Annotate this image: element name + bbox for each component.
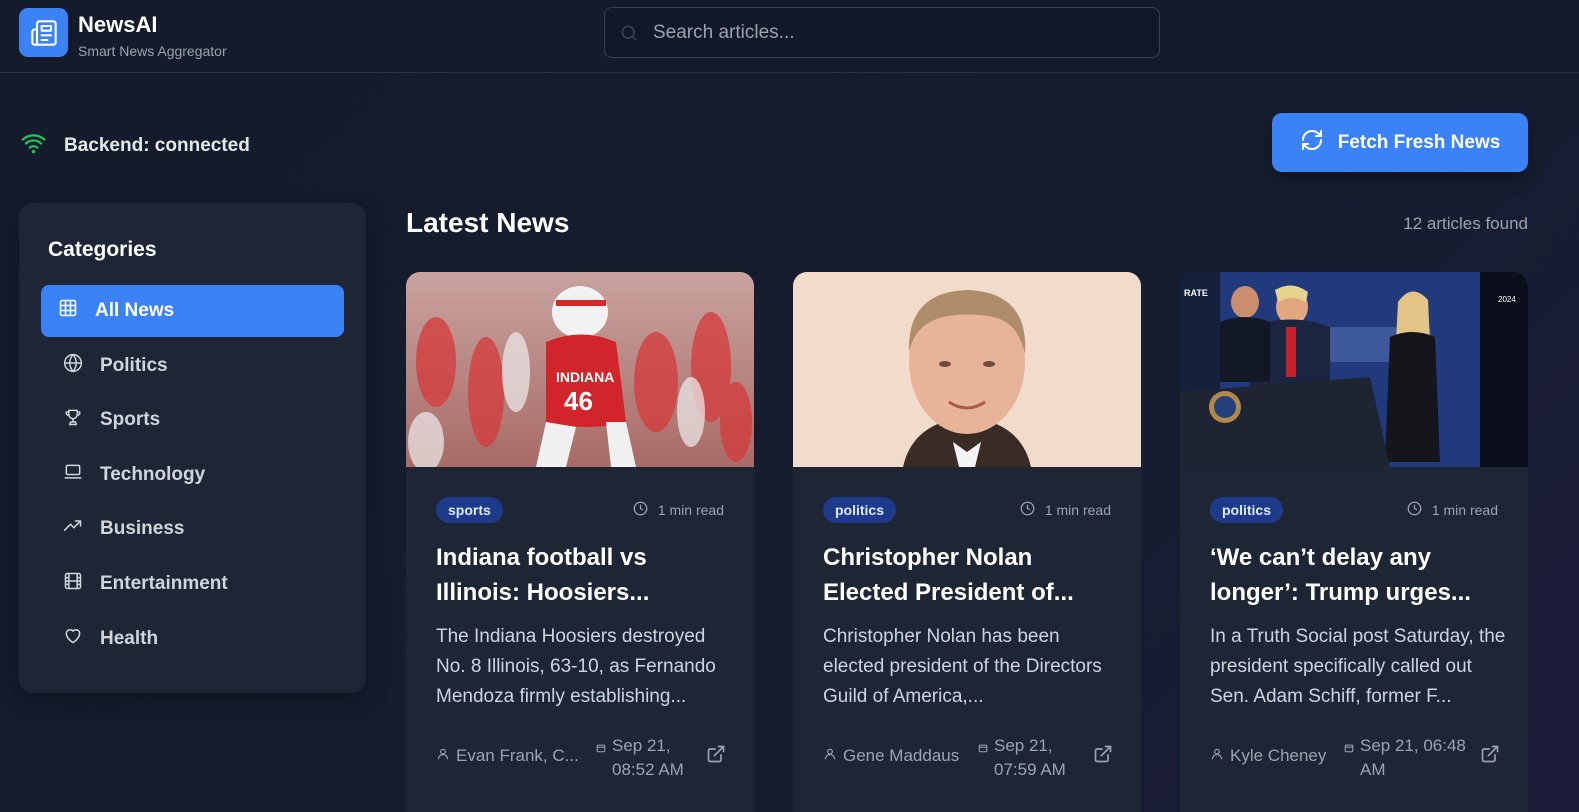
- sidebar-item-entertainment[interactable]: Entertainment: [41, 558, 344, 610]
- sidebar-item-business[interactable]: Business: [41, 503, 344, 555]
- article-title[interactable]: Indiana football vs Illinois: Hoosiers..…: [436, 540, 732, 610]
- sidebar-item-politics[interactable]: Politics: [41, 340, 344, 392]
- fetch-fresh-news-button[interactable]: Fetch Fresh News: [1272, 113, 1528, 172]
- article-description: Christopher Nolan has been elected presi…: [823, 626, 1102, 707]
- search-bar: [604, 7, 1160, 58]
- sidebar-item-sports[interactable]: Sports: [41, 394, 344, 446]
- sidebar-item-label: Health: [100, 627, 159, 649]
- category-badge[interactable]: sports: [436, 497, 503, 523]
- clock-icon: [1020, 501, 1045, 519]
- svg-text:INDIANA: INDIANA: [556, 369, 614, 385]
- article-card[interactable]: INDIANA 46 sports 1 min read Indiana foo…: [406, 272, 754, 812]
- sidebar-item-technology[interactable]: Technology: [41, 449, 344, 501]
- date-line-1: Sep 21,: [994, 736, 1053, 755]
- article-author: Kyle Cheney: [1210, 746, 1326, 766]
- read-time: 1 min read: [1407, 501, 1498, 519]
- newspaper-icon[interactable]: [19, 8, 68, 57]
- sidebar-item-label: Technology: [100, 463, 206, 485]
- article-card[interactable]: RATE 2024 politics 1 min read ‘We can’t …: [1180, 272, 1528, 812]
- article-image-portrait: [793, 272, 1141, 467]
- clock-icon: [633, 501, 658, 519]
- article-description: The Indiana Hoosiers destroyed No. 8 Ill…: [436, 626, 716, 707]
- user-icon: [436, 746, 456, 766]
- category-list: All News Politics Sports Technology Busi…: [41, 285, 344, 667]
- category-badge[interactable]: politics: [823, 497, 897, 523]
- article-image-press-briefing: RATE 2024: [1180, 272, 1528, 467]
- article-date: Sep 21, 07:59 AM: [978, 734, 1066, 782]
- article-date: Sep 21, 06:48 AM: [1344, 734, 1466, 782]
- sidebar-item-label: Business: [100, 518, 185, 540]
- read-time-label: 1 min read: [1044, 502, 1111, 518]
- sidebar-item-all-news[interactable]: All News: [41, 285, 344, 337]
- search-input[interactable]: [653, 8, 1143, 57]
- svg-text:2024: 2024: [1498, 295, 1516, 304]
- article-title[interactable]: ‘We can’t delay any longer’: Trump urges…: [1210, 540, 1506, 610]
- article-date: Sep 21, 08:52 AM: [596, 734, 684, 782]
- date-line-1: Sep 21,: [612, 736, 671, 755]
- brand-subtitle: Smart News Aggregator: [78, 43, 227, 59]
- article-author: Evan Frank, C...: [436, 746, 579, 766]
- top-header: NewsAI Smart News Aggregator: [0, 0, 1579, 73]
- article-description: In a Truth Social post Saturday, the pre…: [1210, 626, 1506, 707]
- external-link-icon[interactable]: [1093, 744, 1113, 769]
- backend-status: Backend: connected: [19, 130, 250, 161]
- fetch-button-label: Fetch Fresh News: [1337, 131, 1501, 153]
- article-image-football: INDIANA 46: [406, 272, 754, 467]
- date-line-1: Sep 21, 06:48: [1360, 736, 1466, 755]
- external-link-icon[interactable]: [706, 744, 726, 769]
- film-icon: [63, 571, 100, 597]
- category-badge[interactable]: politics: [1210, 497, 1284, 523]
- sidebar-item-health[interactable]: Health: [41, 613, 344, 665]
- search-icon: [619, 23, 639, 48]
- svg-text:RATE: RATE: [1184, 288, 1208, 298]
- article-meta: Kyle Cheney Sep 21, 06:48 AM: [1210, 732, 1500, 782]
- author-name: Evan Frank, C...: [456, 746, 579, 765]
- read-time: 1 min read: [1020, 501, 1111, 519]
- date-line-2: AM: [1360, 760, 1386, 779]
- refresh-icon: [1300, 128, 1338, 158]
- page-title: Latest News: [406, 207, 570, 238]
- brand-name: NewsAI: [78, 12, 158, 37]
- read-time: 1 min read: [633, 501, 724, 519]
- wifi-icon: [19, 130, 48, 161]
- calendar-icon: [596, 734, 612, 760]
- article-meta: Gene Maddaus Sep 21, 07:59 AM: [823, 732, 1113, 782]
- svg-text:46: 46: [564, 386, 593, 416]
- date-line-2: 08:52 AM: [612, 760, 684, 779]
- read-time-label: 1 min read: [1431, 502, 1498, 518]
- sidebar-title: Categories: [48, 238, 157, 261]
- globe-icon: [63, 353, 100, 379]
- categories-sidebar: Categories All News Politics Sports Tech…: [19, 203, 366, 693]
- sidebar-item-label: Politics: [100, 354, 168, 376]
- sidebar-item-label: Entertainment: [100, 572, 228, 594]
- laptop-icon: [63, 462, 100, 488]
- author-name: Gene Maddaus: [843, 746, 960, 765]
- article-title[interactable]: Christopher Nolan Elected President of..…: [823, 540, 1119, 610]
- article-meta: Evan Frank, C... Sep 21, 08:52 AM: [436, 732, 726, 782]
- sidebar-item-label: All News: [95, 300, 175, 321]
- clock-icon: [1407, 501, 1432, 519]
- user-icon: [823, 746, 843, 766]
- heart-icon: [63, 626, 100, 652]
- date-line-2: 07:59 AM: [994, 760, 1066, 779]
- article-count: 12 articles found: [1403, 214, 1528, 233]
- calendar-icon: [1344, 734, 1360, 760]
- article-card[interactable]: politics 1 min read Christopher Nolan El…: [793, 272, 1141, 812]
- calendar-icon: [978, 734, 994, 760]
- author-name: Kyle Cheney: [1230, 746, 1327, 765]
- user-icon: [1210, 746, 1230, 766]
- trending-up-icon: [63, 516, 100, 542]
- trophy-icon: [63, 407, 100, 433]
- read-time-label: 1 min read: [657, 502, 724, 518]
- article-author: Gene Maddaus: [823, 746, 959, 766]
- status-text: Backend: connected: [64, 134, 250, 156]
- external-link-icon[interactable]: [1480, 744, 1500, 769]
- grid-icon: [58, 298, 95, 324]
- sidebar-item-label: Sports: [100, 409, 161, 431]
